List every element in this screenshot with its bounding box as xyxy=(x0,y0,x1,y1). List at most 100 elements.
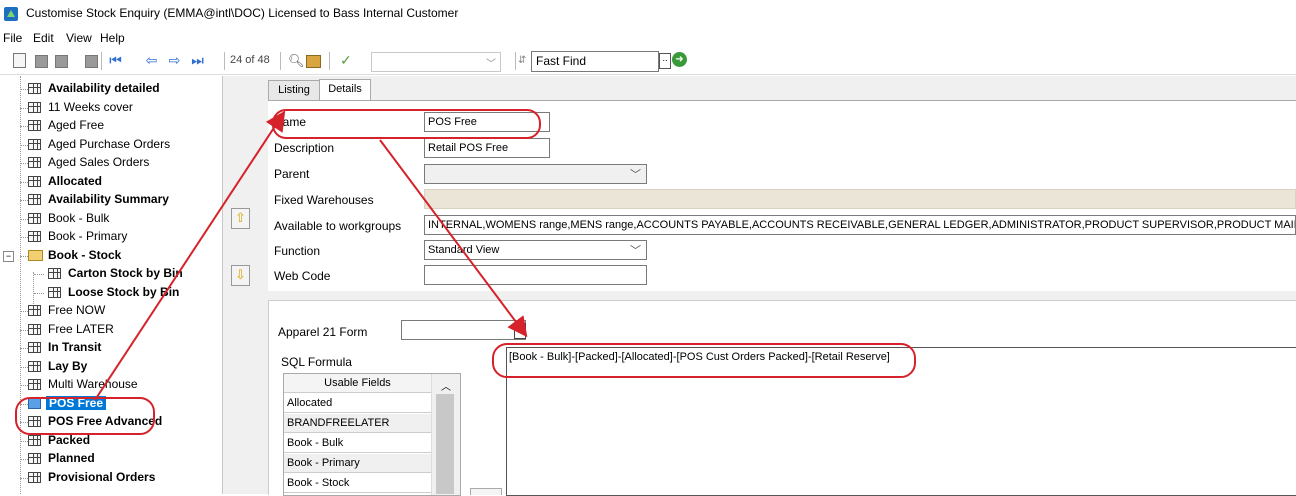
tree-item-label: Carton Stock by Bin xyxy=(68,266,183,280)
previous-record-icon[interactable]: ⇦ xyxy=(144,53,159,68)
tree-item[interactable]: In Transit xyxy=(20,339,222,357)
table-icon xyxy=(48,268,61,279)
fixed-warehouses-field[interactable] xyxy=(424,189,1296,209)
record-pager: 24 of 48 xyxy=(230,54,270,66)
menu-file[interactable]: File xyxy=(3,31,22,45)
table-icon xyxy=(28,360,41,372)
table-icon xyxy=(28,194,41,205)
tree-line xyxy=(34,274,44,275)
function-select[interactable]: Standard View ﹀ xyxy=(424,240,647,260)
tree-line xyxy=(34,292,44,294)
tree-item[interactable]: Planned xyxy=(20,450,222,468)
fixed-warehouses-label: Fixed Warehouses xyxy=(274,193,374,207)
parent-select[interactable]: ﹀ xyxy=(424,164,647,184)
fast-find-input[interactable]: Fast Find xyxy=(531,51,659,72)
webcode-field[interactable] xyxy=(424,265,647,285)
menu-help[interactable]: Help xyxy=(100,31,125,45)
tree-item[interactable]: 11 Weeks cover xyxy=(20,99,222,117)
list-item[interactable]: Allocated xyxy=(284,394,431,413)
tree-item-label: Free NOW xyxy=(48,303,106,317)
list-item[interactable]: Book - Primary xyxy=(284,454,431,473)
tree-item[interactable]: Availability detailed xyxy=(20,80,222,98)
tree-item[interactable]: POS Free Advanced xyxy=(20,413,222,431)
apparel-form-label: Apparel 21 Form xyxy=(278,325,368,339)
delete-icon[interactable] xyxy=(85,55,98,68)
tree-item[interactable]: Multi Warehouse xyxy=(20,376,222,394)
scroll-thumb[interactable] xyxy=(436,394,454,494)
tick-icon[interactable]: ✓ xyxy=(340,53,355,68)
chevron-down-icon: ﹀ xyxy=(486,59,496,70)
table-icon xyxy=(28,157,41,168)
tree-item[interactable]: Free NOW xyxy=(20,302,222,320)
next-record-icon[interactable]: ⇨ xyxy=(167,53,182,68)
tree-item[interactable]: Aged Purchase Orders xyxy=(20,136,222,154)
menu-view[interactable]: View xyxy=(66,31,92,45)
tree-item[interactable]: Provisional Orders xyxy=(20,469,222,487)
tree-item[interactable]: Lay By xyxy=(20,358,222,376)
go-icon[interactable]: ➜ xyxy=(672,52,687,67)
table-icon xyxy=(28,101,41,113)
table-icon xyxy=(28,305,41,316)
tree-item[interactable]: POS Free xyxy=(20,395,222,413)
toolbar-separator xyxy=(101,52,102,70)
tree-item-label: Loose Stock by Bin xyxy=(68,284,180,299)
search-icon[interactable]: 🔍︎ xyxy=(288,53,305,68)
sql-formula-editor[interactable]: [Book - Bulk]-[Packed]-[Allocated]-[POS … xyxy=(506,347,1296,496)
table-icon xyxy=(28,175,41,187)
tree-item-label: Allocated xyxy=(48,173,103,188)
tree-item[interactable]: Availability Summary xyxy=(20,191,222,209)
tree-item[interactable]: Aged Free xyxy=(20,117,222,135)
tree-item[interactable]: Book - Primary xyxy=(20,228,222,246)
tree-item-label: Multi Warehouse xyxy=(48,377,138,391)
workgroups-label: Available to workgroups xyxy=(274,219,402,233)
view-tree: Availability detailed 11 Weeks cover Aged … xyxy=(0,76,223,494)
tree-item-label: Book - Stock xyxy=(48,247,122,262)
description-field[interactable]: Retail POS Free xyxy=(424,138,550,158)
window-title: Customise Stock Enquiry (EMMA@intl\DOC) … xyxy=(26,6,459,20)
tab-listing[interactable]: Listing xyxy=(268,80,320,100)
collapse-icon[interactable]: − xyxy=(3,250,14,262)
tree-item[interactable]: Book - Stock xyxy=(20,247,222,265)
save-icon[interactable] xyxy=(35,55,48,68)
move-up-button[interactable]: ⇧ xyxy=(231,208,250,229)
tree-item[interactable]: Aged Sales Orders xyxy=(20,154,222,172)
tree-item[interactable]: Free LATER xyxy=(20,321,222,339)
tree-item[interactable]: Allocated xyxy=(20,173,222,191)
list-item[interactable]: BRANDFREELATER xyxy=(284,414,431,433)
workgroups-field[interactable]: INTERNAL,WOMENS range,MENS range,ACCOUNT… xyxy=(424,215,1296,235)
table-icon xyxy=(28,397,41,409)
grid-scrollbar[interactable]: ︿ xyxy=(431,374,460,495)
last-record-icon[interactable]: ⏭ xyxy=(190,53,205,68)
name-field[interactable]: POS Free xyxy=(424,112,550,132)
toolbar-combo[interactable]: ﹀ xyxy=(371,52,501,72)
table-icon xyxy=(28,323,41,335)
details-form: Name POS Free Description Retail POS Fre… xyxy=(268,100,1296,291)
tree-item[interactable]: Loose Stock by Bin xyxy=(34,284,222,302)
tree-item[interactable]: Carton Stock by Bin xyxy=(34,265,222,283)
function-value: Standard View xyxy=(428,244,500,256)
table-icon xyxy=(28,342,41,353)
tree-item[interactable]: Book - Bulk xyxy=(20,210,222,228)
list-item[interactable]: Book - Bulk xyxy=(284,434,431,453)
new-icon[interactable] xyxy=(13,53,26,68)
apparel-form-select[interactable]: .. xyxy=(401,320,526,340)
tab-details[interactable]: Details xyxy=(319,79,371,101)
tree-item[interactable]: Packed xyxy=(20,432,222,450)
tree-item-label: Packed xyxy=(48,432,91,447)
chevron-up-icon[interactable]: ︿ xyxy=(441,378,451,393)
first-record-icon[interactable]: ⏮ xyxy=(108,53,123,68)
list-item[interactable]: Book - Stock xyxy=(284,474,431,493)
folder-icon[interactable] xyxy=(306,55,321,68)
table-icon xyxy=(28,453,41,464)
table-icon xyxy=(28,212,41,224)
ellipsis-button[interactable]: .. xyxy=(514,323,526,339)
save-close-icon[interactable] xyxy=(55,55,68,68)
tree-line xyxy=(33,272,34,306)
table-icon xyxy=(48,286,61,298)
move-down-button[interactable]: ⇩ xyxy=(231,265,250,286)
table-icon xyxy=(28,120,41,131)
fields-header[interactable]: Usable Fields xyxy=(284,374,431,393)
menu-edit[interactable]: Edit xyxy=(33,31,54,45)
table-icon xyxy=(28,138,41,150)
fast-find-dropdown-button[interactable]: .. xyxy=(659,53,671,69)
